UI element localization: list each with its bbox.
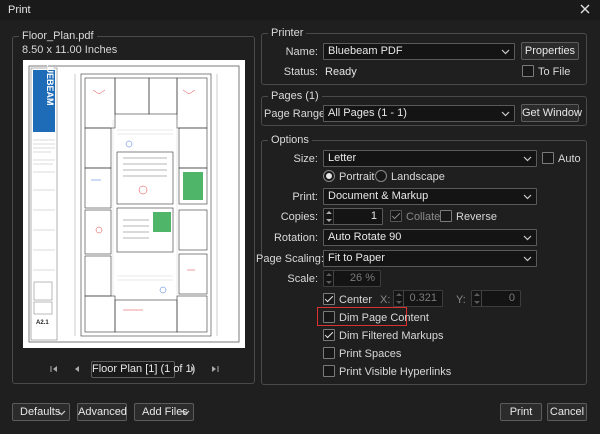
rotation-label: Rotation: xyxy=(273,232,318,244)
cancel-button[interactable]: Cancel xyxy=(547,403,587,421)
center-label: Center xyxy=(339,294,373,306)
chevron-down-icon xyxy=(523,256,532,262)
size-label: Size: xyxy=(293,153,318,165)
reverse-label: Reverse xyxy=(456,211,497,223)
rotation-value: Auto Rotate 90 xyxy=(328,231,402,243)
page-range-select[interactable]: All Pages (1 - 1) xyxy=(323,105,515,122)
y-offset-stepper[interactable]: 0 xyxy=(471,290,521,307)
chevron-down-icon xyxy=(181,410,190,416)
copies-value: 1 xyxy=(370,210,377,222)
advanced-button[interactable]: Advanced xyxy=(77,403,127,421)
last-page-icon[interactable] xyxy=(210,364,220,374)
next-page-icon[interactable] xyxy=(188,364,198,374)
copies-stepper[interactable]: 1 xyxy=(323,208,383,225)
sheet-number: A2.1 xyxy=(36,320,49,326)
options-group-title: Options xyxy=(268,134,312,146)
close-icon[interactable] xyxy=(578,2,592,16)
stepper-arrows-icon xyxy=(324,209,334,224)
scale-value: 26 % xyxy=(349,272,375,284)
portrait-label: Portrait xyxy=(339,171,375,183)
print-visible-hyperlinks-checkbox[interactable] xyxy=(323,365,335,377)
window-title: Print xyxy=(8,4,31,16)
print-spaces-label: Print Spaces xyxy=(339,348,402,360)
preview-file-name: Floor_Plan.pdf xyxy=(19,30,97,42)
y-offset-label: Y: xyxy=(456,294,466,306)
rotation-select[interactable]: Auto Rotate 90 xyxy=(323,229,537,246)
auto-checkbox[interactable] xyxy=(542,152,554,164)
size-select[interactable]: Letter xyxy=(323,150,537,167)
logo-text: BLUEBEAM xyxy=(45,60,55,106)
portrait-radio[interactable] xyxy=(323,170,335,182)
x-offset-stepper[interactable]: 0.321 xyxy=(393,290,443,307)
auto-label: Auto xyxy=(558,153,581,165)
stepper-arrows-icon xyxy=(472,291,482,306)
print-visible-hyperlinks-label: Print Visible Hyperlinks xyxy=(339,366,452,378)
printer-status-label: Status: xyxy=(283,66,318,78)
chevron-down-icon xyxy=(501,49,510,55)
defaults-button-label: Defaults xyxy=(20,406,61,418)
dim-filtered-markups-checkbox[interactable] xyxy=(323,329,335,341)
copies-label: Copies: xyxy=(280,211,318,223)
chevron-down-icon xyxy=(523,156,532,162)
print-content-label: Print: xyxy=(292,191,318,203)
collate-checkbox[interactable] xyxy=(390,210,402,222)
dim-filtered-markups-label: Dim Filtered Markups xyxy=(339,330,444,342)
y-offset-value: 0 xyxy=(508,292,515,304)
print-spaces-checkbox[interactable] xyxy=(323,347,335,359)
print-content-select[interactable]: Document & Markup xyxy=(323,188,537,205)
chevron-down-icon xyxy=(523,235,532,241)
dim-page-content-checkbox[interactable] xyxy=(323,311,335,323)
properties-button[interactable]: Properties xyxy=(521,42,579,60)
page-selector[interactable]: Floor Plan [1] (1 of 1) xyxy=(91,361,195,378)
preview-page: BLUEBEAM A2.1 xyxy=(23,55,245,348)
printer-name-select[interactable]: Bluebeam PDF xyxy=(323,43,515,60)
printer-name-value: Bluebeam PDF xyxy=(328,45,403,57)
printer-group-title: Printer xyxy=(268,27,307,39)
center-checkbox[interactable] xyxy=(323,293,335,305)
to-file-label: To File xyxy=(538,66,571,78)
page-range-label: Page Range: xyxy=(264,108,329,120)
printer-name-label: Name: xyxy=(285,46,318,58)
reverse-checkbox[interactable] xyxy=(440,210,452,222)
get-window-button[interactable]: Get Window xyxy=(521,104,582,122)
printer-status-value: Ready xyxy=(325,66,357,78)
to-file-checkbox[interactable] xyxy=(522,65,534,77)
chevron-down-icon xyxy=(501,111,510,117)
landscape-radio[interactable] xyxy=(375,170,387,182)
chevron-down-icon xyxy=(57,410,66,416)
page-range-value: All Pages (1 - 1) xyxy=(328,107,407,119)
chevron-down-icon xyxy=(523,194,532,200)
x-offset-value: 0.321 xyxy=(409,292,437,304)
floor-plan-thumbnail: BLUEBEAM A2.1 xyxy=(28,55,240,343)
first-page-icon[interactable] xyxy=(49,364,59,374)
stepper-arrows-icon xyxy=(324,271,334,286)
stepper-arrows-icon xyxy=(394,291,404,306)
print-content-value: Document & Markup xyxy=(328,190,429,202)
size-value: Letter xyxy=(328,152,357,164)
page-scaling-value: Fit to Paper xyxy=(328,252,385,264)
add-files-button[interactable]: Add Files xyxy=(134,403,194,421)
dim-page-content-label: Dim Page Content xyxy=(339,312,429,324)
pages-group-title: Pages (1) xyxy=(268,90,322,102)
previous-page-icon[interactable] xyxy=(72,364,82,374)
title-bar: Print xyxy=(0,0,600,20)
scale-stepper[interactable]: 26 % xyxy=(323,270,381,287)
defaults-button[interactable]: Defaults xyxy=(12,403,70,421)
landscape-label: Landscape xyxy=(391,171,445,183)
collate-label: Collate xyxy=(406,211,441,223)
preview-page-size: 8.50 x 11.00 Inches xyxy=(22,44,118,56)
scale-label: Scale: xyxy=(287,273,318,285)
page-scaling-label: Page Scaling: xyxy=(256,253,324,265)
print-button[interactable]: Print xyxy=(500,403,542,421)
page-scaling-select[interactable]: Fit to Paper xyxy=(323,250,537,267)
x-offset-label: X: xyxy=(380,294,391,306)
